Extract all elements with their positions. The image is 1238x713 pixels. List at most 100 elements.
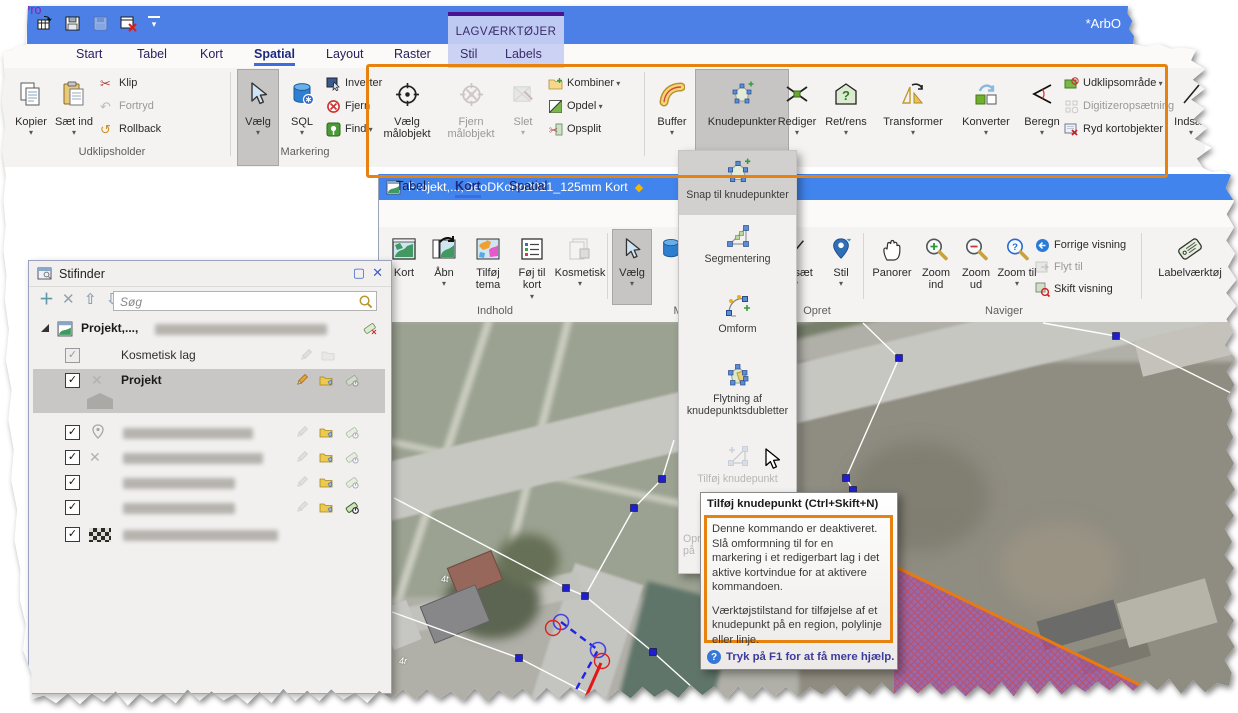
forrige-visning-button[interactable]: Forrige visning [1035, 235, 1126, 255]
tree-row-layer[interactable] [33, 471, 385, 495]
layer-visibility-checkbox[interactable] [65, 450, 80, 465]
layer-visibility-checkbox[interactable] [65, 527, 80, 542]
tree-row-layer[interactable]: ✕ [33, 446, 385, 470]
ret-rens-button[interactable]: ? Ret/rens [822, 70, 870, 165]
fjern-button[interactable]: Fjern [326, 95, 370, 117]
find-button[interactable]: Find [326, 118, 373, 140]
tab-kort[interactable]: Kort [200, 47, 223, 61]
panel-maximize-icon[interactable]: ▢ [353, 266, 365, 279]
layer-edit-icon[interactable] [319, 450, 333, 464]
layer-visibility-checkbox[interactable] [65, 500, 80, 515]
indsaet-button[interactable]: Indsæt [1168, 70, 1214, 165]
tree-row-kosmetisk[interactable]: Kosmetisk lag [33, 345, 385, 367]
foej-til-kort-button[interactable]: Føj til kort [511, 230, 553, 304]
tab-labels[interactable]: Labels [505, 47, 542, 61]
layer-edit-icon[interactable] [319, 373, 333, 387]
redacted-text [123, 453, 263, 464]
tab-tabel[interactable]: Tabel [137, 47, 167, 61]
aabn-button[interactable]: Åbn [425, 230, 463, 304]
menu-item-snap-til-knudepunkter[interactable]: Snap til knudepunkter [679, 151, 796, 215]
zoom-ind-button[interactable]: Zoom ind [917, 230, 955, 304]
layer-edit-icon[interactable] [319, 500, 333, 514]
root-node-label[interactable]: Projekt,..., [81, 321, 138, 335]
move-up-icon[interactable]: ⇧ [84, 292, 97, 307]
save-icon[interactable] [64, 15, 81, 32]
tag-power-icon[interactable] [345, 373, 359, 387]
tree-row-raster-layer[interactable] [33, 523, 385, 547]
layer-edit-icon[interactable] [319, 425, 333, 439]
map-tab-tabel[interactable]: Tabel [396, 179, 426, 193]
rollback-button[interactable]: ↺ Rollback [100, 118, 161, 140]
rollback-icon: ↺ [100, 122, 115, 137]
tilfoej-tema-button[interactable]: Tilføj tema [467, 230, 509, 304]
redacted-text [155, 324, 327, 335]
map-tab-kort[interactable]: Kort [455, 179, 481, 198]
tag-power-icon[interactable] [345, 450, 359, 464]
layer-edit-icon[interactable] [319, 475, 333, 489]
search-box[interactable] [113, 291, 377, 311]
tag-power-icon[interactable] [345, 425, 359, 439]
konverter-button[interactable]: Konverter [954, 70, 1018, 165]
menu-item-omform[interactable]: Omform [679, 285, 796, 355]
panorer-button[interactable]: Panorer [869, 230, 915, 304]
tab-stil[interactable]: Stil [460, 47, 477, 61]
tree-row-layer[interactable] [33, 421, 385, 445]
expander-icon[interactable] [41, 324, 49, 332]
label-edit-tag-icon[interactable] [363, 321, 377, 335]
previous-view-icon [1035, 238, 1050, 253]
map-vaelg-button[interactable]: Vælg [613, 230, 651, 304]
search-input[interactable] [118, 293, 352, 311]
kosmetisk-button[interactable]: Kosmetisk [555, 230, 605, 304]
vaelg-maalobjekt-button[interactable]: Vælg målobjekt [376, 70, 438, 165]
opsplit-button[interactable]: ✂ Opsplit [548, 118, 601, 140]
new-map-window-icon[interactable] [36, 15, 53, 32]
tab-raster[interactable]: Raster [394, 47, 431, 61]
tab-spatial[interactable]: Spatial [254, 47, 295, 66]
stifinder-title-bar[interactable]: Stifinder [29, 261, 391, 287]
tree-row-projekt-selected[interactable]: ✕ Projekt [33, 369, 385, 413]
tree-row-root[interactable]: Projekt,..., [33, 317, 385, 343]
tree-row-layer[interactable] [33, 496, 385, 520]
skift-visning-button[interactable]: Skift visning [1035, 279, 1113, 299]
tab-layout[interactable]: Layout [326, 47, 364, 61]
tab-start[interactable]: Start [76, 47, 102, 61]
remove-layer-icon[interactable]: ✕ [62, 292, 75, 307]
add-layer-icon[interactable]: ＋ [39, 292, 54, 307]
kombiner-button[interactable]: Kombiner [548, 72, 620, 94]
map-window-title-bar[interactable]: Projekt,...,GeoDKorto2021_125mm Kort ◆ [379, 174, 1238, 200]
zoom-til-button[interactable]: ? Zoom til [997, 230, 1037, 304]
menu-item-flytning-af-knudepunktsdubletter[interactable]: Flytning af knudepunktsdubletter [679, 355, 796, 435]
tab-pro[interactable]: Pro [22, 3, 41, 17]
transformer-button[interactable]: Transformer [874, 70, 952, 165]
stifinder-icon [37, 266, 52, 281]
beregn-button[interactable]: Beregn [1020, 70, 1064, 165]
panel-close-icon[interactable]: ✕ [372, 266, 383, 279]
search-icon [358, 294, 373, 309]
close-project-icon[interactable] [120, 15, 137, 32]
edit-pencil-icon-active[interactable] [295, 373, 309, 387]
tag-power-icon-active[interactable] [345, 500, 359, 514]
stil-button[interactable]: Stil [823, 230, 859, 304]
stifinder-panel[interactable]: Stifinder ▢ ✕ ＋ ✕ ⇧ ⇩ Projekt,..., Kosme… [28, 260, 392, 694]
map-tab-spatial[interactable]: Spatial [509, 179, 547, 193]
map-parcel-label: 4r [399, 656, 407, 666]
layer-visibility-checkbox[interactable] [65, 475, 80, 490]
ryd-kortobjekter-button[interactable]: Ryd kortobjekter [1064, 118, 1163, 140]
tag-power-icon[interactable] [345, 475, 359, 489]
udklipsomraade-button[interactable]: Udklipsområde [1064, 72, 1163, 94]
modified-diamond-icon: ◆ [635, 181, 643, 194]
opdel-button[interactable]: Opdel [548, 95, 603, 117]
layer-visibility-checkbox[interactable] [65, 348, 80, 363]
zoom-ud-button[interactable]: Zoom ud [957, 230, 995, 304]
layer-visibility-checkbox[interactable] [65, 425, 80, 440]
layer-visibility-checkbox[interactable] [65, 373, 80, 388]
klip-button[interactable]: ✂ Klip [100, 72, 137, 94]
quick-access-chevron-icon[interactable]: ▾ [148, 16, 160, 31]
group-label-udklipsholder: Udklipsholder [32, 146, 192, 158]
labelvaerktoej-button[interactable]: Labelværktøj [1147, 230, 1233, 304]
inverter-button[interactable]: Inverter [326, 72, 382, 94]
menu-item-segmentering[interactable]: Segmentering [679, 215, 796, 285]
stifinder-title: Stifinder [59, 267, 105, 281]
group-separator [1141, 233, 1142, 299]
ribbon-tab-row [2, 44, 1205, 68]
